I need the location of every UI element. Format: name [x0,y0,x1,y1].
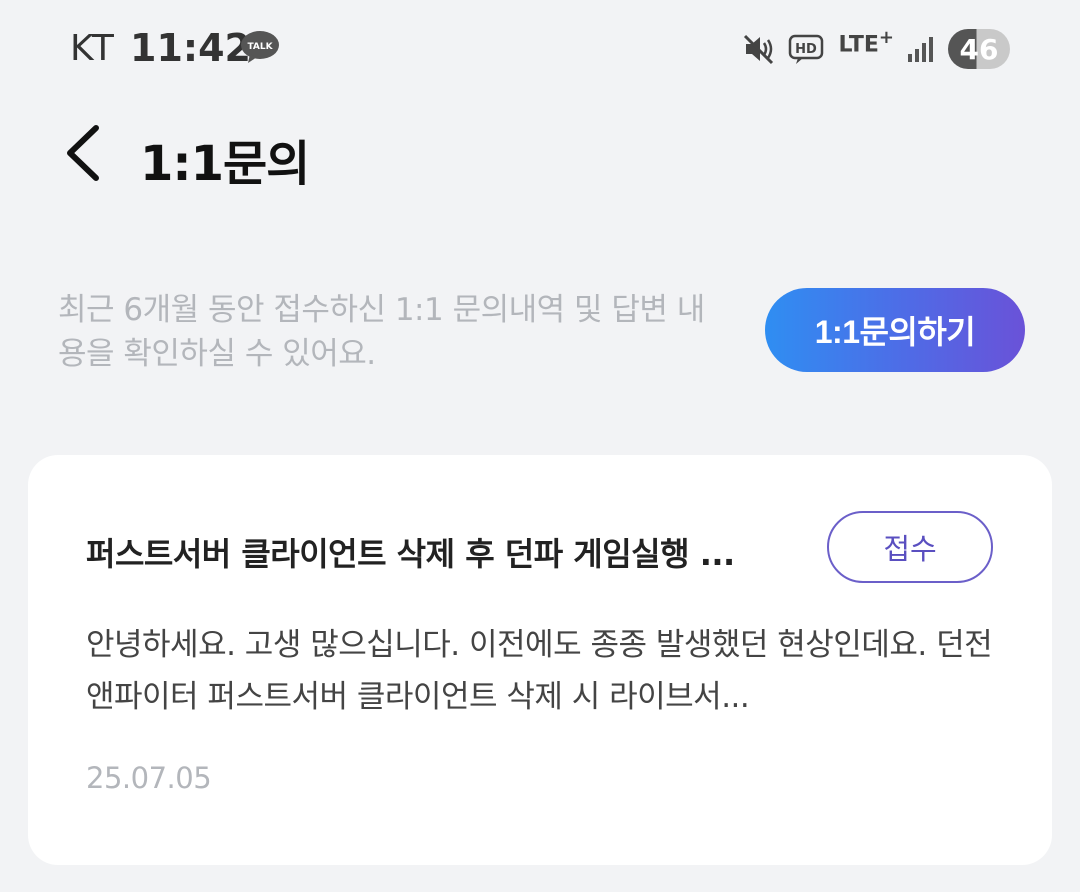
hd-voice-icon: HD [789,34,824,64]
status-icons: HD LTE+ 46 [742,26,1010,72]
status-bar: KT 11:42 TALK HD LTE+ 46 [0,0,1080,100]
new-inquiry-button[interactable]: 1:1문의하기 [765,288,1025,372]
chevron-left-icon[interactable] [56,120,116,186]
talk-badge-text: TALK [247,42,273,52]
inquiry-answer-preview: 안녕하세요. 고생 많으십니다. 이전에도 종종 발생했던 현상인데요. 던전앤… [86,627,993,715]
intro-description: 최근 6개월 동안 접수하신 1:1 문의내역 및 답변 내용을 확인하실 수 … [58,292,705,372]
inquiry-card[interactable]: 퍼스트서버 클라이언트 삭제 후 던파 게임실행 ... 접수 안녕하세요. 고… [28,455,1052,865]
page-title: 1:1문의 [140,136,310,192]
app-header: 1:1문의 [0,100,1080,210]
lte-icon: LTE+ [838,29,894,56]
signal-icon [908,37,933,62]
battery-icon: 46 [948,29,1010,69]
talk-icon: TALK [241,31,279,63]
mute-icon [744,34,774,65]
status-label: 접수 [883,532,937,566]
carrier-label: KT [70,28,115,69]
lte-plus: + [878,27,894,49]
clock: 11:42 [130,26,251,70]
inquiry-date: 25.07.05 [86,761,212,795]
hd-label: HD [796,42,818,57]
inquiry-title: 퍼스트서버 클라이언트 삭제 후 던파 게임실행 ... [86,535,735,573]
battery-level: 46 [959,32,999,66]
lte-label: LTE [838,32,879,58]
status-badge: 접수 [827,511,993,583]
